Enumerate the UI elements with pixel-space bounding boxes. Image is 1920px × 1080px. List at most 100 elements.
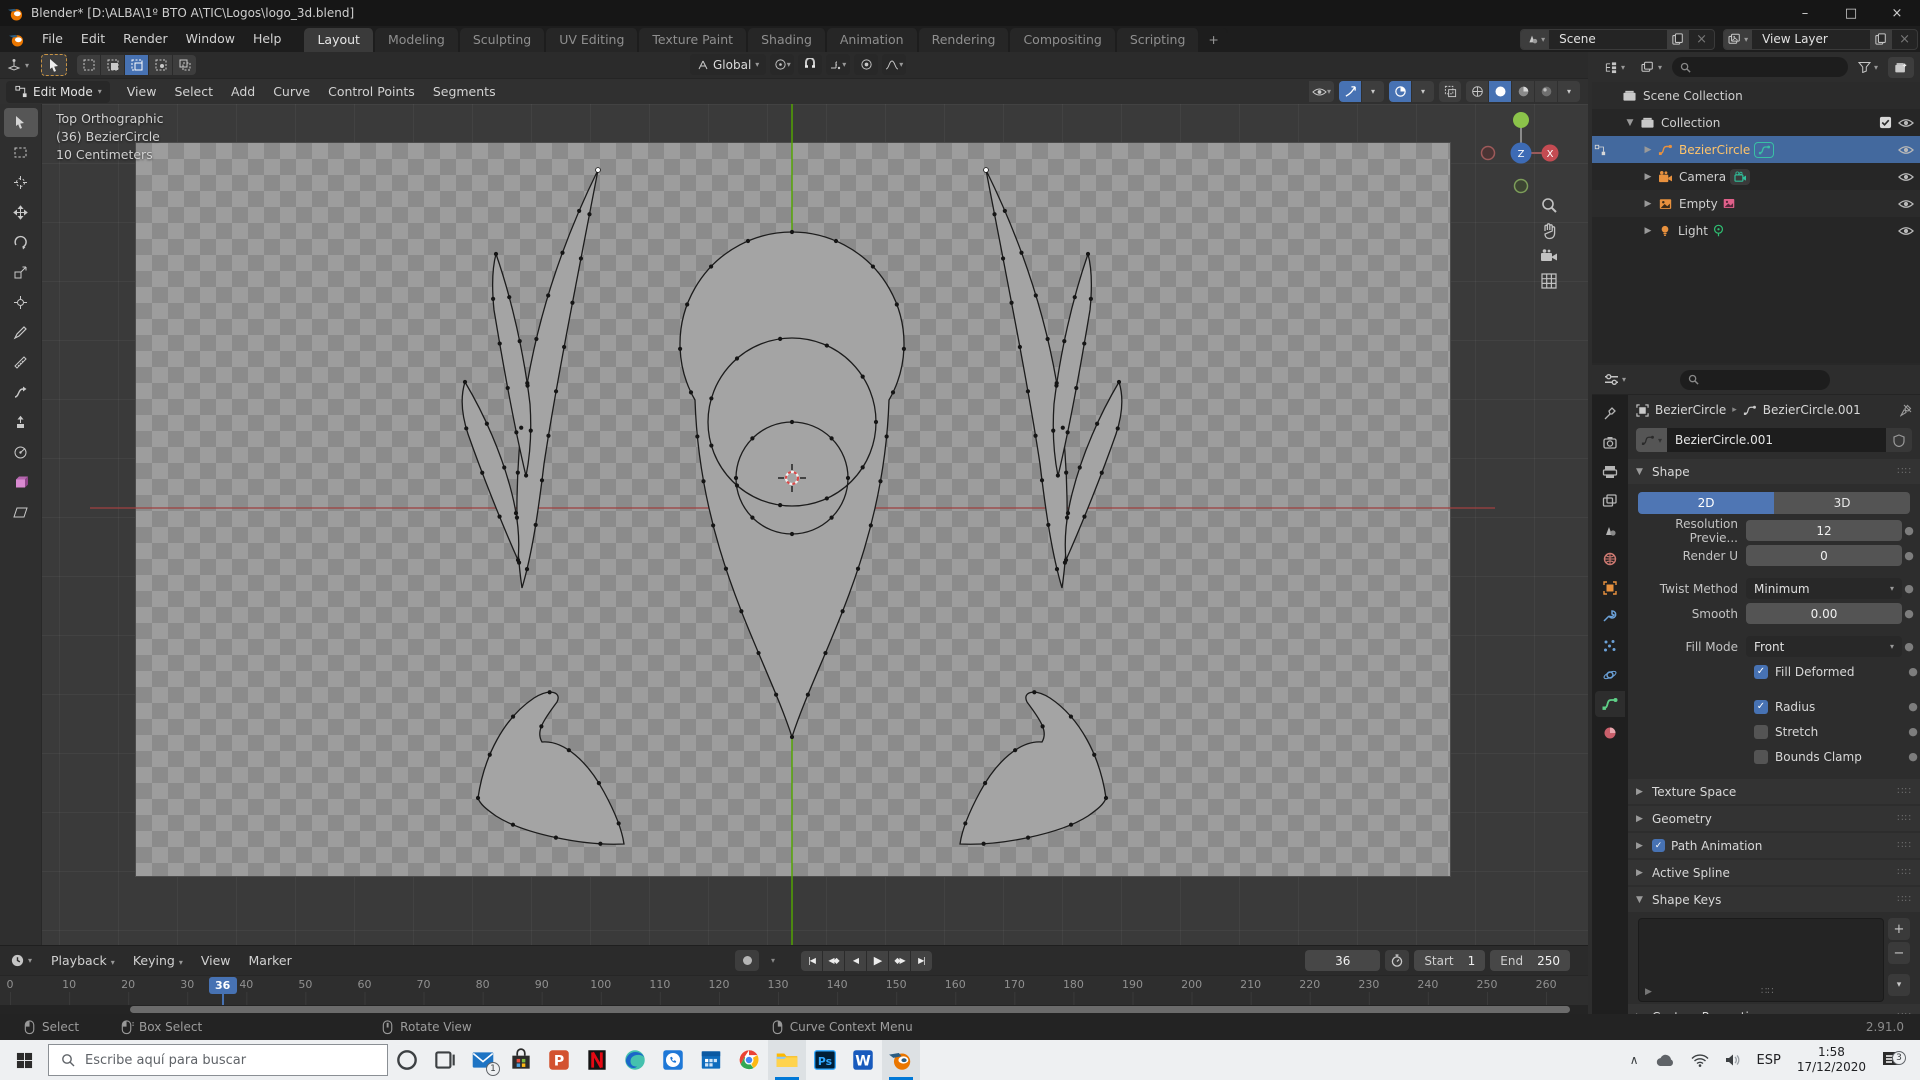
chrome-icon[interactable] [730,1040,768,1080]
tool-annotate-icon[interactable] [4,318,38,347]
outliner-row-beziercircle[interactable]: ▶BezierCircle [1592,136,1920,163]
control-point-dot[interactable] [834,239,838,243]
control-point-dot[interactable] [861,374,865,378]
calendar-icon[interactable] [692,1040,730,1080]
tool-radius-icon[interactable] [4,438,38,467]
control-point-dot[interactable] [577,209,581,213]
control-point-dot[interactable] [895,302,899,306]
show-overlays-toggle[interactable] [1389,81,1411,102]
control-point-dot[interactable] [891,390,895,394]
transform-orientation-dropdown[interactable]: Global ▾ [690,54,766,75]
control-point-dot[interactable] [1095,422,1099,426]
keying-dropdown-icon[interactable]: ▾ [761,950,785,971]
control-point-dot[interactable] [463,380,467,384]
outliner-row-scene-collection[interactable]: Scene Collection [1592,82,1920,109]
control-point-dot[interactable] [1056,473,1060,477]
netflix-icon[interactable] [578,1040,616,1080]
zoom-icon[interactable] [1540,196,1558,214]
menu-render[interactable]: Render [114,31,177,46]
blender-menu-icon[interactable] [0,32,33,47]
field-value[interactable]: Front▾ [1746,636,1902,657]
whatsapp-icon[interactable] [654,1040,692,1080]
new-collection-icon[interactable] [1888,57,1914,78]
dimension-button-3d[interactable]: 3D [1774,492,1910,514]
task-view-icon[interactable] [426,1040,464,1080]
control-point-dot[interactable] [739,609,743,613]
control-point-dot[interactable] [992,212,996,216]
control-point-dot[interactable] [982,842,986,846]
new-scene-button[interactable] [1667,30,1689,49]
panel-header-shape-keys[interactable]: ▼Shape Keys∷∷ [1628,887,1920,912]
control-point-dot[interactable] [1065,516,1069,520]
control-point-dot[interactable] [529,429,533,433]
timeline-menu-marker[interactable]: Marker [240,951,301,971]
editor-type-properties-icon[interactable]: ▾ [1598,373,1632,386]
control-point-dot[interactable] [1055,567,1059,571]
panel-header-custom-properties[interactable]: ▶Custom Properties∷∷ [1628,1004,1920,1014]
control-point-dot[interactable] [790,532,794,536]
decorator-dot-icon[interactable]: ● [1906,725,1920,738]
control-point-dot[interactable] [1032,690,1036,694]
filter-funnel-icon[interactable]: ▾ [1852,61,1884,73]
decorator-dot-icon[interactable]: ● [1902,582,1916,595]
properties-tab-particles-icon[interactable] [1595,633,1625,659]
control-point-dot[interactable] [724,567,728,571]
add-shape-key-button[interactable]: + [1888,918,1910,940]
viewport-menu-select[interactable]: Select [165,82,222,102]
control-point-dot[interactable] [1117,380,1121,384]
control-point-dot[interactable] [1046,523,1050,527]
stopwatch-icon[interactable] [1385,950,1409,971]
properties-tab-world-icon[interactable] [1595,546,1625,572]
tool-scale-icon[interactable] [4,258,38,287]
auto-key-record-icon[interactable] [735,950,759,971]
control-point-dot[interactable] [511,714,515,718]
frame-end-field[interactable]: End250 [1490,950,1570,971]
control-point-dot[interactable] [1034,293,1038,297]
scene-name[interactable]: Scene [1549,32,1667,46]
clock[interactable]: 1:58 17/12/2020 [1797,1045,1866,1075]
proportional-editing-icon[interactable] [854,54,878,75]
properties-tab-scene-icon[interactable] [1595,517,1625,543]
unlink-scene-button[interactable]: × [1689,32,1714,47]
word-icon[interactable]: W [844,1040,882,1080]
tab-sculpting[interactable]: Sculpting [460,28,545,52]
control-point-dot[interactable] [709,396,713,400]
breadcrumb-object[interactable]: BezierCircle [1655,403,1726,417]
control-point-dot[interactable] [735,483,739,487]
timeline-ruler[interactable]: 0102030405060708090100110120130140150160… [0,975,1588,1006]
prev-keyframe-icon[interactable]: ◀◆ [823,951,844,971]
outliner-row-camera[interactable]: ▶Camera [1592,163,1920,190]
control-point-dot[interactable] [1073,295,1077,299]
panel-checkbox[interactable]: ✓ [1652,839,1665,852]
tool-shear-icon[interactable] [4,498,38,527]
control-point-dot[interactable] [869,523,873,527]
control-point-dot[interactable] [554,835,558,839]
view-layer-name[interactable]: View Layer [1752,32,1870,46]
menu-edit[interactable]: Edit [72,31,114,46]
tab-animation[interactable]: Animation [827,28,918,52]
control-point-dot[interactable] [750,515,754,519]
control-point-dot[interactable] [597,781,601,785]
viewport-menu-add[interactable]: Add [222,82,264,102]
powerpoint-icon[interactable]: P [540,1040,578,1080]
viewport-menu-control-points[interactable]: Control Points [319,82,424,102]
control-point-dot[interactable] [516,558,520,562]
control-point-dot[interactable] [1082,515,1086,519]
decorator-dot-icon[interactable]: ● [1906,665,1920,678]
properties-tab-material-icon[interactable] [1595,720,1625,746]
tool-measure-icon[interactable] [4,348,38,377]
tab-layout[interactable]: Layout [304,28,374,52]
control-point-dot[interactable] [554,389,558,393]
tab-uv-editing[interactable]: UV Editing [546,28,638,52]
control-point-dot[interactable] [617,821,621,825]
select-mode-extend-icon[interactable] [101,55,124,75]
checkbox[interactable]: ✓ [1754,700,1768,714]
control-point-dot[interactable] [570,301,574,305]
rendered-icon[interactable] [1535,81,1557,102]
solid-icon[interactable] [1489,81,1511,102]
decorator-dot-icon[interactable]: ● [1902,524,1916,537]
control-point-dot[interactable] [878,479,882,483]
timeline-menu-view[interactable]: View [192,951,240,971]
control-point-dot[interactable] [790,230,794,234]
control-point-dot[interactable] [476,796,480,800]
